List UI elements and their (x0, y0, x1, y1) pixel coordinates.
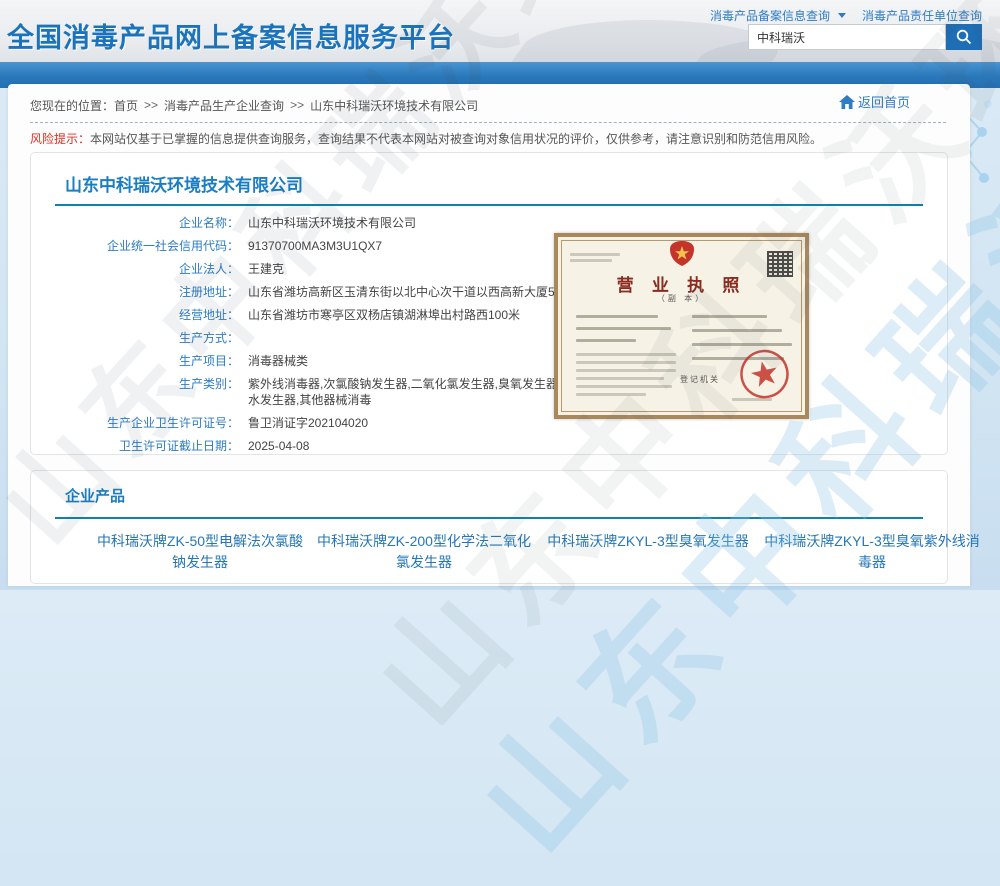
product-link[interactable]: 中科瑞沃牌ZKYL-3型臭氧紫外线消毒器 (763, 531, 981, 573)
field-row: 企业法人：王建克 (31, 257, 631, 280)
field-row: 生产方式： (31, 326, 631, 349)
breadcrumb-separator: >> (144, 98, 158, 112)
product-link[interactable]: 中科瑞沃牌ZK-50型电解法次氯酸钠发生器 (91, 531, 309, 573)
field-row: 生产类别：紫外线消毒器,次氯酸钠发生器,二氧化氯发生器,臭氧发生器、臭氧水发生器… (31, 372, 631, 411)
field-label: 生产企业卫生许可证号： (31, 415, 239, 431)
field-value: 91370700MA3M3U1QX7 (239, 238, 382, 254)
nav-record-info-query[interactable]: 消毒产品备案信息查询 (710, 7, 830, 24)
nav-responsible-unit-query[interactable]: 消毒产品责任单位查询 (862, 7, 982, 24)
search-bar (748, 24, 982, 50)
breadcrumb-enterprise-query[interactable]: 消毒产品生产企业查询 (164, 97, 284, 114)
risk-notice-label: 风险提示： (30, 132, 90, 146)
field-value: 山东省潍坊市寒亭区双杨店镇湖淋埠出村路西100米 (239, 307, 520, 323)
license-subtitle: （副 本） (562, 293, 801, 304)
back-home-label: 返回首页 (858, 92, 910, 111)
license-text-line (576, 385, 672, 388)
breadcrumb-separator: >> (290, 98, 304, 112)
field-value: 王建克 (239, 261, 284, 277)
field-row: 卫生许可证截止日期：2025-04-08 (31, 434, 631, 457)
risk-notice: 风险提示：本网站仅基于已掌握的信息提供查询服务，查询结果不代表本网站对被查询对象… (30, 131, 940, 147)
breadcrumb-company[interactable]: 山东中科瑞沃环境技术有限公司 (310, 97, 478, 114)
license-corner-text (570, 253, 622, 262)
products-heading: 企业产品 (65, 485, 125, 506)
field-label: 注册地址： (31, 284, 239, 300)
company-fields: 企业名称：山东中科瑞沃环境技术有限公司 企业统一社会信用代码：91370700M… (31, 211, 631, 457)
license-text-line (576, 327, 671, 330)
license-text-line (576, 377, 664, 380)
section-rule (55, 204, 923, 206)
red-seal-icon (734, 343, 797, 410)
product-link[interactable]: 中科瑞沃牌ZKYL-3型臭氧发生器 (539, 531, 757, 573)
license-text-line (576, 393, 646, 396)
search-button[interactable] (946, 24, 982, 50)
search-icon (955, 28, 973, 46)
field-value: 2025-04-08 (239, 438, 309, 454)
top-nav: 消毒产品备案信息查询 消毒产品责任单位查询 (710, 7, 982, 24)
field-label: 企业法人： (31, 261, 239, 277)
breadcrumb: 您现在的位置： 首页 >> 消毒产品生产企业查询 >> 山东中科瑞沃环境技术有限… (30, 94, 948, 116)
license-text-line (576, 353, 676, 356)
business-license-image[interactable]: 营 业 执 照 （副 本） 登记机关 (554, 233, 809, 419)
field-row: 注册地址：山东省潍坊高新区玉清东街以北中心次干道以西高新大厦502房间 (31, 280, 631, 303)
breadcrumb-home[interactable]: 首页 (114, 97, 138, 114)
field-label: 企业名称： (31, 215, 239, 231)
field-value: 消毒器械类 (239, 353, 308, 369)
home-icon (839, 95, 855, 109)
field-value: 紫外线消毒器,次氯酸钠发生器,二氧化氯发生器,臭氧发生器、臭氧水发生器,其他器械… (239, 376, 597, 408)
license-text-line (576, 315, 658, 318)
field-label: 经营地址： (31, 307, 239, 323)
breadcrumb-prefix: 您现在的位置： (30, 97, 114, 114)
chevron-down-icon[interactable] (838, 13, 846, 18)
section-rule (55, 517, 923, 519)
field-row: 生产项目：消毒器械类 (31, 349, 631, 372)
product-link[interactable]: 中科瑞沃牌ZK-200型化学法二氧化氯发生器 (315, 531, 533, 573)
field-row: 经营地址：山东省潍坊市寒亭区双杨店镇湖淋埠出村路西100米 (31, 303, 631, 326)
license-issuer-label: 登记机关 (680, 374, 720, 385)
field-label: 生产项目： (31, 353, 239, 369)
field-row: 企业统一社会信用代码：91370700MA3M3U1QX7 (31, 234, 631, 257)
field-label: 生产方式： (31, 330, 239, 346)
field-label: 生产类别： (31, 376, 239, 408)
license-text-line (576, 361, 676, 364)
site-title: 全国消毒产品网上备案信息服务平台 (7, 16, 455, 55)
field-value (239, 330, 248, 346)
company-products-card: 企业产品 中科瑞沃牌ZK-50型电解法次氯酸钠发生器 中科瑞沃牌ZK-200型化… (30, 470, 948, 584)
dashed-divider (30, 122, 946, 123)
company-info-card: 山东中科瑞沃环境技术有限公司 企业名称：山东中科瑞沃环境技术有限公司 企业统一社… (30, 152, 948, 455)
company-name-heading: 山东中科瑞沃环境技术有限公司 (65, 171, 303, 196)
license-inner-frame: 营 业 执 照 （副 本） 登记机关 (561, 240, 802, 412)
license-text-line (576, 339, 636, 342)
product-list: 中科瑞沃牌ZK-50型电解法次氯酸钠发生器 中科瑞沃牌ZK-200型化学法二氧化… (91, 531, 987, 573)
field-label: 企业统一社会信用代码： (31, 238, 239, 254)
field-row: 企业名称：山东中科瑞沃环境技术有限公司 (31, 211, 631, 234)
field-label: 卫生许可证截止日期： (31, 438, 239, 454)
risk-notice-text: 本网站仅基于已掌握的信息提供查询服务，查询结果不代表本网站对被查询对象信用状况的… (90, 132, 822, 146)
field-row: 生产企业卫生许可证号：鲁卫消证字202104020 (31, 411, 631, 434)
field-value: 山东省潍坊高新区玉清东街以北中心次干道以西高新大厦502房间 (239, 284, 592, 300)
license-text-line (576, 369, 676, 372)
license-text-line (692, 329, 782, 332)
search-input[interactable] (748, 24, 946, 50)
back-home-link[interactable]: 返回首页 (839, 92, 910, 111)
site-header: 全国消毒产品网上备案信息服务平台 消毒产品备案信息查询 消毒产品责任单位查询 (0, 0, 1000, 62)
license-text-line (692, 315, 767, 318)
field-value: 鲁卫消证字202104020 (239, 415, 368, 431)
main-panel: 您现在的位置： 首页 >> 消毒产品生产企业查询 >> 山东中科瑞沃环境技术有限… (8, 84, 970, 586)
field-value: 山东中科瑞沃环境技术有限公司 (239, 215, 416, 231)
